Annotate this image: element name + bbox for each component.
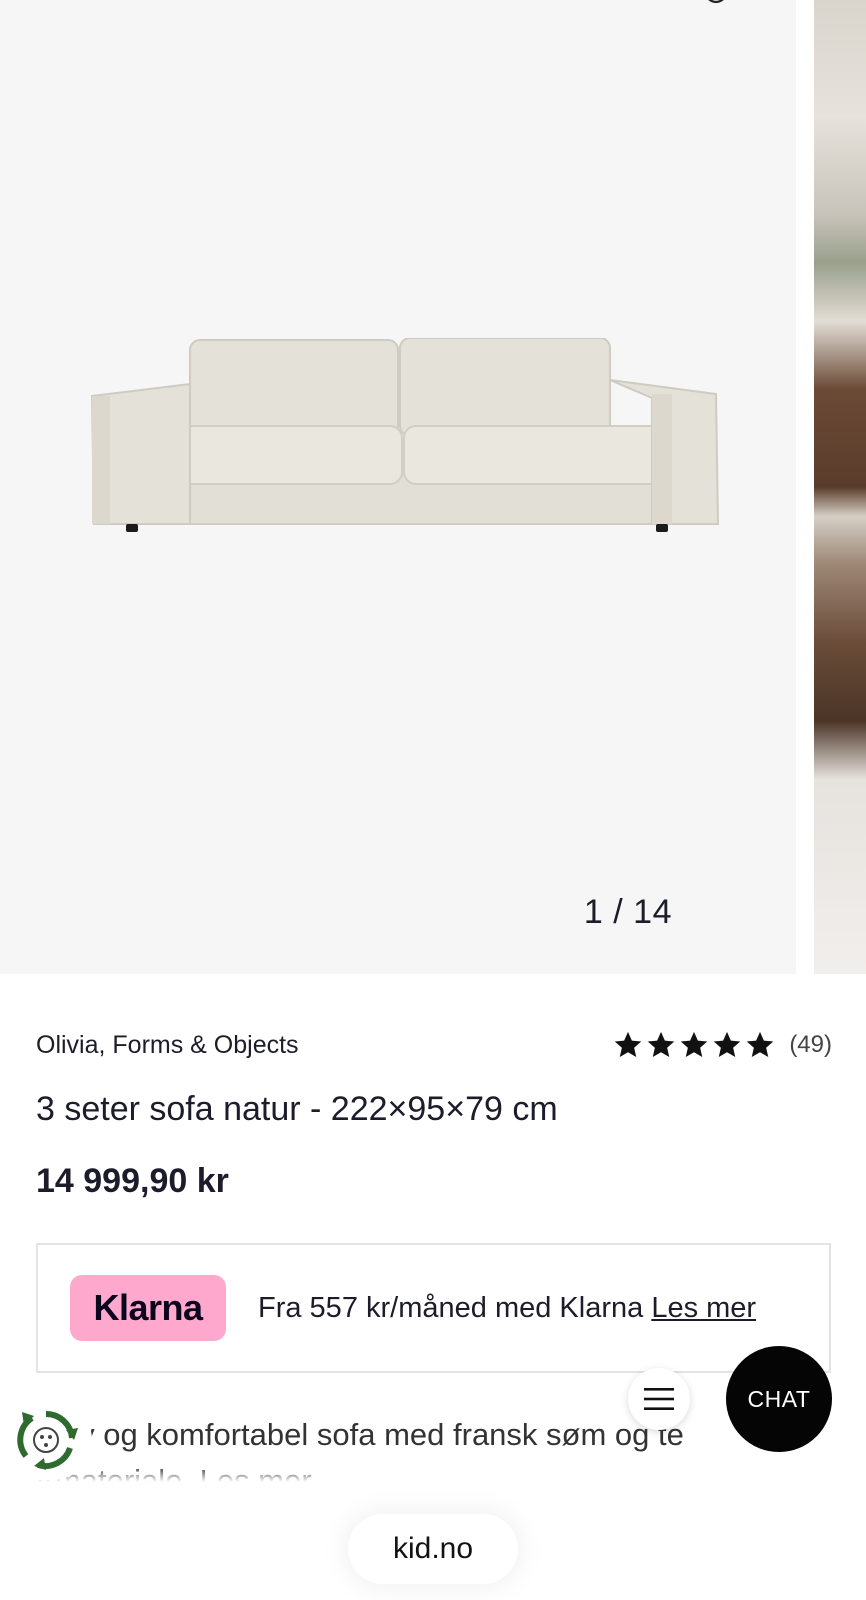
product-price: 14 999,90 kr (36, 1162, 229, 1200)
product-image-gallery[interactable]: 1 / 14 (0, 0, 866, 974)
klarna-logo: Klarna (70, 1275, 226, 1341)
klarna-text: Fra 557 kr/måned med Klarna (258, 1291, 644, 1324)
brand-rating-row: Olivia, Forms & Objects (49) (36, 1030, 832, 1060)
klarna-financing-box: Klarna Fra 557 kr/måned med Klarna Les m… (36, 1243, 831, 1373)
chat-button[interactable]: CHAT (726, 1346, 832, 1452)
product-image-main[interactable]: 1 / 14 (0, 0, 796, 974)
brand-name[interactable]: Olivia, Forms & Objects (36, 1031, 299, 1060)
heart-icon[interactable] (698, 0, 734, 12)
hamburger-icon (644, 1388, 674, 1410)
product-title: 3 seter sofa natur - 222×95×79 cm (36, 1090, 558, 1128)
rating-stars (613, 1030, 775, 1060)
rating[interactable]: (49) (613, 1030, 832, 1060)
menu-button[interactable] (628, 1368, 690, 1430)
star-icon (615, 1031, 642, 1057)
review-count: (49) (789, 1031, 832, 1058)
klarna-message: Fra 557 kr/måned med Klarna Les mer (258, 1292, 756, 1325)
sofa-image (90, 338, 720, 532)
star-icon (681, 1031, 708, 1057)
sustainability-badge[interactable] (0, 1400, 92, 1480)
description-line-1: ındy og komfortabel sofa med fransk søm … (36, 1417, 684, 1452)
browser-url-bar[interactable]: kid.no (348, 1514, 518, 1584)
product-image-next-preview[interactable] (814, 0, 866, 974)
star-icon (714, 1031, 741, 1057)
star-icon (747, 1031, 774, 1057)
klarna-read-more-link[interactable]: Les mer (651, 1292, 756, 1324)
image-counter: 1 / 14 (583, 893, 672, 931)
recycle-icon (17, 1410, 78, 1470)
star-icon (648, 1031, 675, 1057)
